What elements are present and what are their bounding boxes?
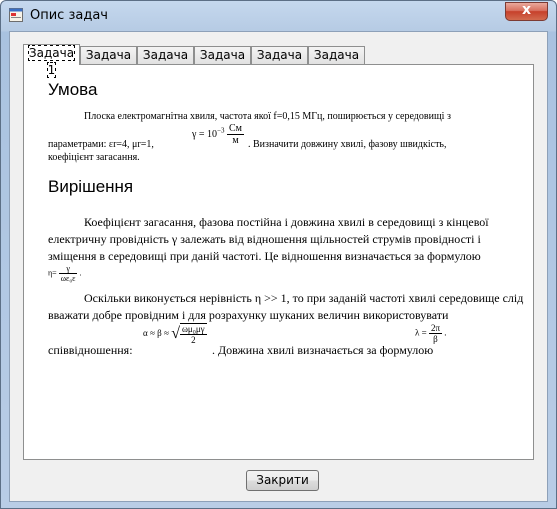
condition-tail: . Визначити довжину хвилі, фазову швидкі… xyxy=(248,139,447,150)
tab-task-3[interactable]: Задача 3 xyxy=(137,46,194,79)
eta-formula-fraction: γ ωε₀ε xyxy=(58,264,78,283)
lambda-formula-denominator: β xyxy=(433,334,438,344)
lambda-formula: λ = 2π β . xyxy=(415,323,447,344)
app-icon xyxy=(9,8,23,22)
title-bar[interactable]: Опис задач x xyxy=(1,1,556,31)
task-document: Умова Плоска електромагнітна хвиля, част… xyxy=(24,65,533,459)
alpha-formula-numerator: ωμ₀μγ xyxy=(179,324,207,335)
tab-task-1[interactable]: Задача 1 xyxy=(23,44,80,78)
eta-formula-lhs: η= xyxy=(48,268,57,278)
dialog-window: Опис задач x Задача 1 Задача 2 Задача 3 … xyxy=(0,0,557,509)
tab-panel-task-1: Умова Плоска електромагнітна хвиля, част… xyxy=(23,64,534,460)
eta-formula-tail: . xyxy=(79,268,82,278)
alpha-formula-fraction: ωμ₀μγ 2 xyxy=(179,323,207,345)
solution-p1-line-2: електричну провідність γ залежать від ві… xyxy=(48,232,481,246)
gamma-formula-exponent: −3 xyxy=(217,126,225,135)
lambda-formula-lhs: λ = xyxy=(415,327,427,338)
eta-formula: η= γ ωε₀ε . xyxy=(48,264,81,283)
lambda-formula-tail: . xyxy=(444,327,447,338)
gamma-formula-numerator: См xyxy=(227,123,245,135)
dialog-client-area: Задача 1 Задача 2 Задача 3 Задача 4 Зада… xyxy=(9,31,548,502)
gamma-formula-fraction: См м xyxy=(227,123,245,146)
gamma-formula-denominator: м xyxy=(232,135,239,146)
tab-task-4[interactable]: Задача 4 xyxy=(194,46,251,79)
tab-task-5[interactable]: Задача 5 xyxy=(251,46,308,79)
condition-heading: Умова xyxy=(48,80,98,99)
window-close-button[interactable]: x xyxy=(505,2,548,21)
condition-line-3: коефіцієнт загасання. xyxy=(48,152,140,163)
lambda-formula-numerator: 2π xyxy=(428,323,442,334)
close-dialog-button[interactable]: Закрити xyxy=(246,470,319,491)
tab-task-6[interactable]: Задача 6 xyxy=(308,46,365,79)
solution-p2-line-2: вважати добре провідним і для розрахунку… xyxy=(48,308,449,322)
condition-line-1: Плоска електромагнітна хвиля, частота як… xyxy=(84,111,451,122)
solution-p1-line-3: зміщення в середовищі при даній частоті.… xyxy=(48,249,481,263)
solution-p1-line-1: Коефіцієнт загасання, фазова постійна і … xyxy=(84,215,489,229)
alpha-formula-denominator: 2 xyxy=(191,335,196,345)
alpha-formula-lhs: α ≈ β ≈ xyxy=(143,328,169,339)
sqrt-icon: √ xyxy=(171,325,180,342)
condition-params: параметрами: εr=4, μr=1, xyxy=(48,139,154,150)
close-icon: x xyxy=(521,2,532,18)
alpha-beta-formula: α ≈ β ≈ √ ωμ₀μγ 2 xyxy=(143,323,207,345)
alpha-formula-tail: . Довжина хвилі визначається за формулою xyxy=(212,343,434,357)
lambda-formula-fraction: 2π β xyxy=(428,323,442,344)
solution-p2-line-3: співвідношення: xyxy=(48,343,133,357)
eta-formula-denominator: ωε₀ε xyxy=(60,274,76,283)
tab-task-2[interactable]: Задача 2 xyxy=(80,46,137,79)
solution-p2-line-1: Оскільки виконується нерівність η >> 1, … xyxy=(84,291,524,305)
window-title: Опис задач xyxy=(30,8,108,23)
solution-heading: Вирішення xyxy=(48,177,134,196)
gamma-formula-lhs: γ = 10 xyxy=(192,128,218,140)
gamma-formula: γ = 10−3 См м xyxy=(192,123,245,146)
eta-formula-numerator: γ xyxy=(58,264,78,274)
